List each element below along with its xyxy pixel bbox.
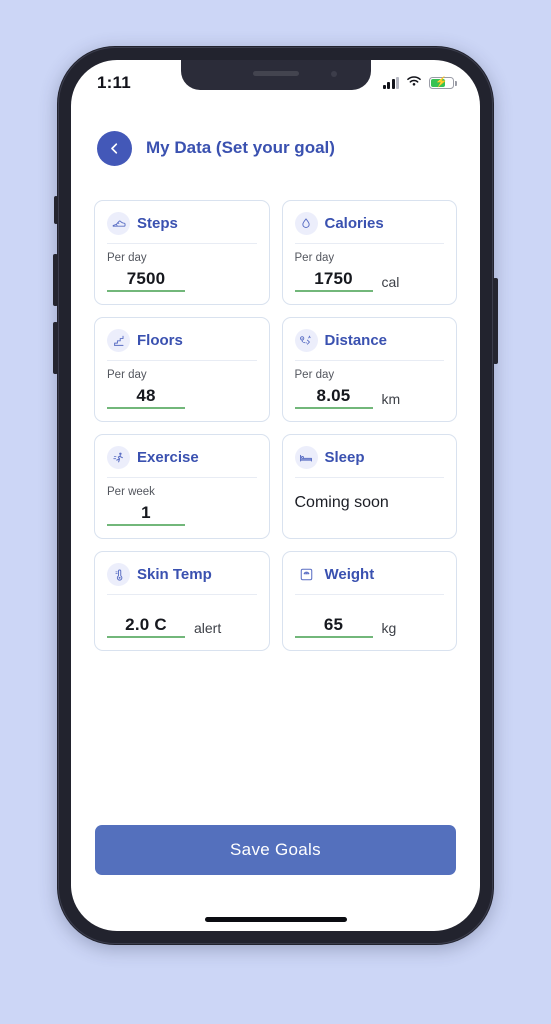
card-header: Distance (294, 329, 445, 352)
distance-input[interactable]: 8.05 (294, 386, 373, 409)
card-header: Sleep (294, 446, 445, 469)
card-header: Skin Temp (107, 563, 257, 586)
goal-card-exercise[interactable]: Exercise Per week 1 (94, 434, 270, 539)
value-row: 65 kg (294, 615, 445, 638)
value-row: 1 (107, 503, 257, 526)
volume-up-button[interactable] (53, 254, 58, 306)
value-row: 8.05 km (294, 386, 445, 409)
goal-card-distance[interactable]: Distance Per day 8.05 km (281, 317, 457, 422)
goal-grid: Steps Per day 7500 Calories Per day 1750… (94, 200, 457, 651)
flame-drop-icon (294, 212, 318, 235)
wifi-icon (406, 74, 422, 92)
period-label: Per day (107, 252, 147, 264)
unit-label: km (381, 391, 401, 407)
bed-icon (294, 446, 318, 469)
card-header: Exercise (107, 446, 257, 469)
card-header: Floors (107, 329, 257, 352)
value-text: 2.0 C (125, 615, 167, 634)
value-text: 7500 (126, 269, 166, 288)
silent-switch[interactable] (54, 196, 58, 224)
power-button[interactable] (493, 278, 498, 364)
goal-card-skin-temp[interactable]: Skin Temp 2.0 C alert (94, 551, 270, 651)
stairs-icon (107, 329, 130, 352)
coming-soon-text: Coming soon (294, 494, 389, 511)
card-title: Floors (137, 332, 183, 349)
status-bar: 1:11 ⚡ (71, 60, 480, 106)
card-divider (294, 360, 444, 361)
value-row: 7500 (107, 269, 257, 292)
goal-card-sleep[interactable]: Sleep Coming soon (281, 434, 457, 539)
card-divider (107, 360, 257, 361)
unit-label: alert (194, 620, 222, 636)
period-label: Per day (294, 369, 335, 381)
running-person-icon (107, 446, 130, 469)
card-title: Steps (137, 215, 178, 232)
unit-label: kg (381, 620, 397, 636)
value-text: 65 (323, 615, 344, 634)
value-row: 1750 cal (294, 269, 445, 292)
save-goals-label: Save Goals (230, 840, 321, 859)
goal-card-calories[interactable]: Calories Per day 1750 cal (281, 200, 457, 305)
value-text: 48 (136, 386, 156, 405)
phone-frame: 1:11 ⚡ My Data (Set your goal) Steps Per… (53, 46, 498, 945)
value-row: 48 (107, 386, 257, 409)
exercise-input[interactable]: 1 (107, 503, 185, 526)
battery-charging-icon: ⚡ (429, 77, 457, 89)
unit-label: cal (381, 274, 400, 290)
floors-input[interactable]: 48 (107, 386, 185, 409)
status-time: 1:11 (97, 73, 131, 92)
card-header: Steps (107, 212, 257, 235)
card-header: Calories (294, 212, 445, 235)
home-indicator[interactable] (204, 917, 347, 922)
weight-input[interactable]: 65 (294, 615, 373, 638)
card-title: Distance (324, 332, 388, 349)
route-icon (294, 329, 318, 352)
value-row: 2.0 C alert (107, 615, 257, 638)
goal-card-weight[interactable]: Weight 65 kg (281, 551, 457, 651)
period-label: Per day (107, 369, 147, 381)
calories-input[interactable]: 1750 (294, 269, 373, 292)
page-title: My Data (Set your goal) (146, 138, 335, 157)
card-title: Exercise (137, 449, 199, 466)
signal-bars-icon (382, 76, 399, 89)
value-text: 8.05 (316, 386, 351, 405)
card-title: Calories (324, 215, 384, 232)
period-label: Per week (107, 486, 155, 498)
card-header: Weight (295, 563, 445, 586)
status-icons: ⚡ (382, 74, 457, 92)
goal-card-steps[interactable]: Steps Per day 7500 (94, 200, 270, 305)
steps-input[interactable]: 7500 (107, 269, 185, 292)
period-label: Per day (294, 252, 335, 264)
app-header: My Data (Set your goal) (71, 122, 480, 174)
card-divider (107, 243, 257, 244)
save-goals-button[interactable]: Save Goals (95, 825, 456, 875)
phone-screen: 1:11 ⚡ My Data (Set your goal) Steps Per… (71, 60, 480, 931)
card-divider (294, 477, 444, 478)
volume-down-button[interactable] (53, 322, 58, 374)
back-button[interactable] (97, 130, 132, 166)
scale-icon (295, 563, 318, 586)
card-title: Sleep (324, 449, 365, 466)
card-divider (294, 243, 444, 244)
value-text: 1 (141, 503, 151, 522)
skin-temp-input[interactable]: 2.0 C (107, 615, 185, 638)
card-divider (107, 477, 257, 478)
goal-card-floors[interactable]: Floors Per day 48 (94, 317, 270, 422)
thermometer-icon (107, 563, 130, 586)
shoe-icon (107, 212, 130, 235)
card-title: Weight (324, 566, 375, 583)
card-title: Skin Temp (137, 566, 212, 583)
chevron-left-icon (108, 142, 121, 155)
value-text: 1750 (314, 269, 353, 288)
